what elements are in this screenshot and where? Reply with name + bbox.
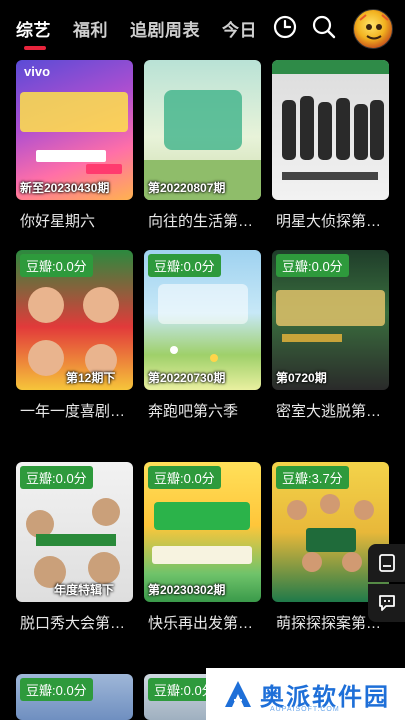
note-tool-button[interactable] xyxy=(368,544,405,582)
tab-schedule[interactable]: 追剧周表 xyxy=(130,16,200,41)
rating-badge: 豆瓣:0.0分 xyxy=(148,466,221,489)
clock-icon[interactable] xyxy=(272,14,298,40)
watermark-subtext: AUPAISOFT.COM xyxy=(270,706,340,713)
poster-image: 豆瓣:0.0分 第20230302期 xyxy=(144,462,261,602)
tab-welfare[interactable]: 福利 xyxy=(73,16,108,41)
episode-label: 新至20230430期 xyxy=(20,181,110,195)
rating-badge: 豆瓣:3.7分 xyxy=(276,466,349,489)
episode-label: 第20220730期 xyxy=(148,371,226,385)
card-title: 一年一度喜剧… xyxy=(20,403,126,420)
card-title: 向往的生活第… xyxy=(148,213,254,230)
category-tabs: 综艺 福利 追剧周表 今日 xyxy=(16,16,266,41)
tab-variety[interactable]: 综艺 xyxy=(16,16,51,41)
card-title: 你好星期六 xyxy=(20,213,96,230)
episode-label: 年度特辑下 xyxy=(54,583,115,597)
note-icon xyxy=(378,554,395,572)
rating-badge: 豆瓣:0.0分 xyxy=(148,254,221,277)
card-title: 脱口秀大会第… xyxy=(20,615,126,632)
poster-image: 第20220807期 xyxy=(144,60,261,200)
episode-label: 第12期下 xyxy=(66,371,116,385)
rating-badge: 豆瓣:0.0分 xyxy=(20,254,93,277)
svg-text:vivo: vivo xyxy=(24,64,50,79)
chat-icon xyxy=(378,595,395,611)
episode-label: 第20220807期 xyxy=(148,181,226,195)
poster-image: 豆瓣:0.0分 年度特辑下 xyxy=(16,462,133,602)
avatar[interactable] xyxy=(353,9,393,49)
poster-image xyxy=(272,60,389,200)
search-icon[interactable] xyxy=(311,14,337,40)
feedback-tool-button[interactable] xyxy=(368,584,405,622)
poster-image: 豆瓣:0.0分 第20220730期 xyxy=(144,250,261,390)
poster-image: 豆瓣:0.0分 xyxy=(16,674,133,720)
card-title: 奔跑吧第六季 xyxy=(148,403,239,420)
card-title: 快乐再出发第… xyxy=(148,615,254,632)
active-tab-indicator xyxy=(24,46,46,50)
tab-today[interactable]: 今日 xyxy=(222,16,257,41)
poster-image: 豆瓣:0.0分 第0720期 xyxy=(272,250,389,390)
episode-label: 第20230302期 xyxy=(148,583,226,597)
logo-icon xyxy=(225,681,251,707)
rating-badge: 豆瓣:0.0分 xyxy=(276,254,349,277)
top-bar: 综艺 福利 追剧周表 今日 xyxy=(0,0,405,58)
rating-badge: 豆瓣:0.0分 xyxy=(20,466,93,489)
poster-image: vivo 新至20230430期 xyxy=(16,60,133,200)
card-title: 明星大侦探第… xyxy=(276,213,382,230)
poster-image: 豆瓣:0.0分 第12期下 xyxy=(16,250,133,390)
watermark: 奥派软件园 AUPAISOFT.COM xyxy=(206,668,405,720)
card-title: 密室大逃脱第… xyxy=(276,403,382,420)
rating-badge: 豆瓣:0.0分 xyxy=(20,678,93,701)
episode-label: 第0720期 xyxy=(276,371,327,385)
